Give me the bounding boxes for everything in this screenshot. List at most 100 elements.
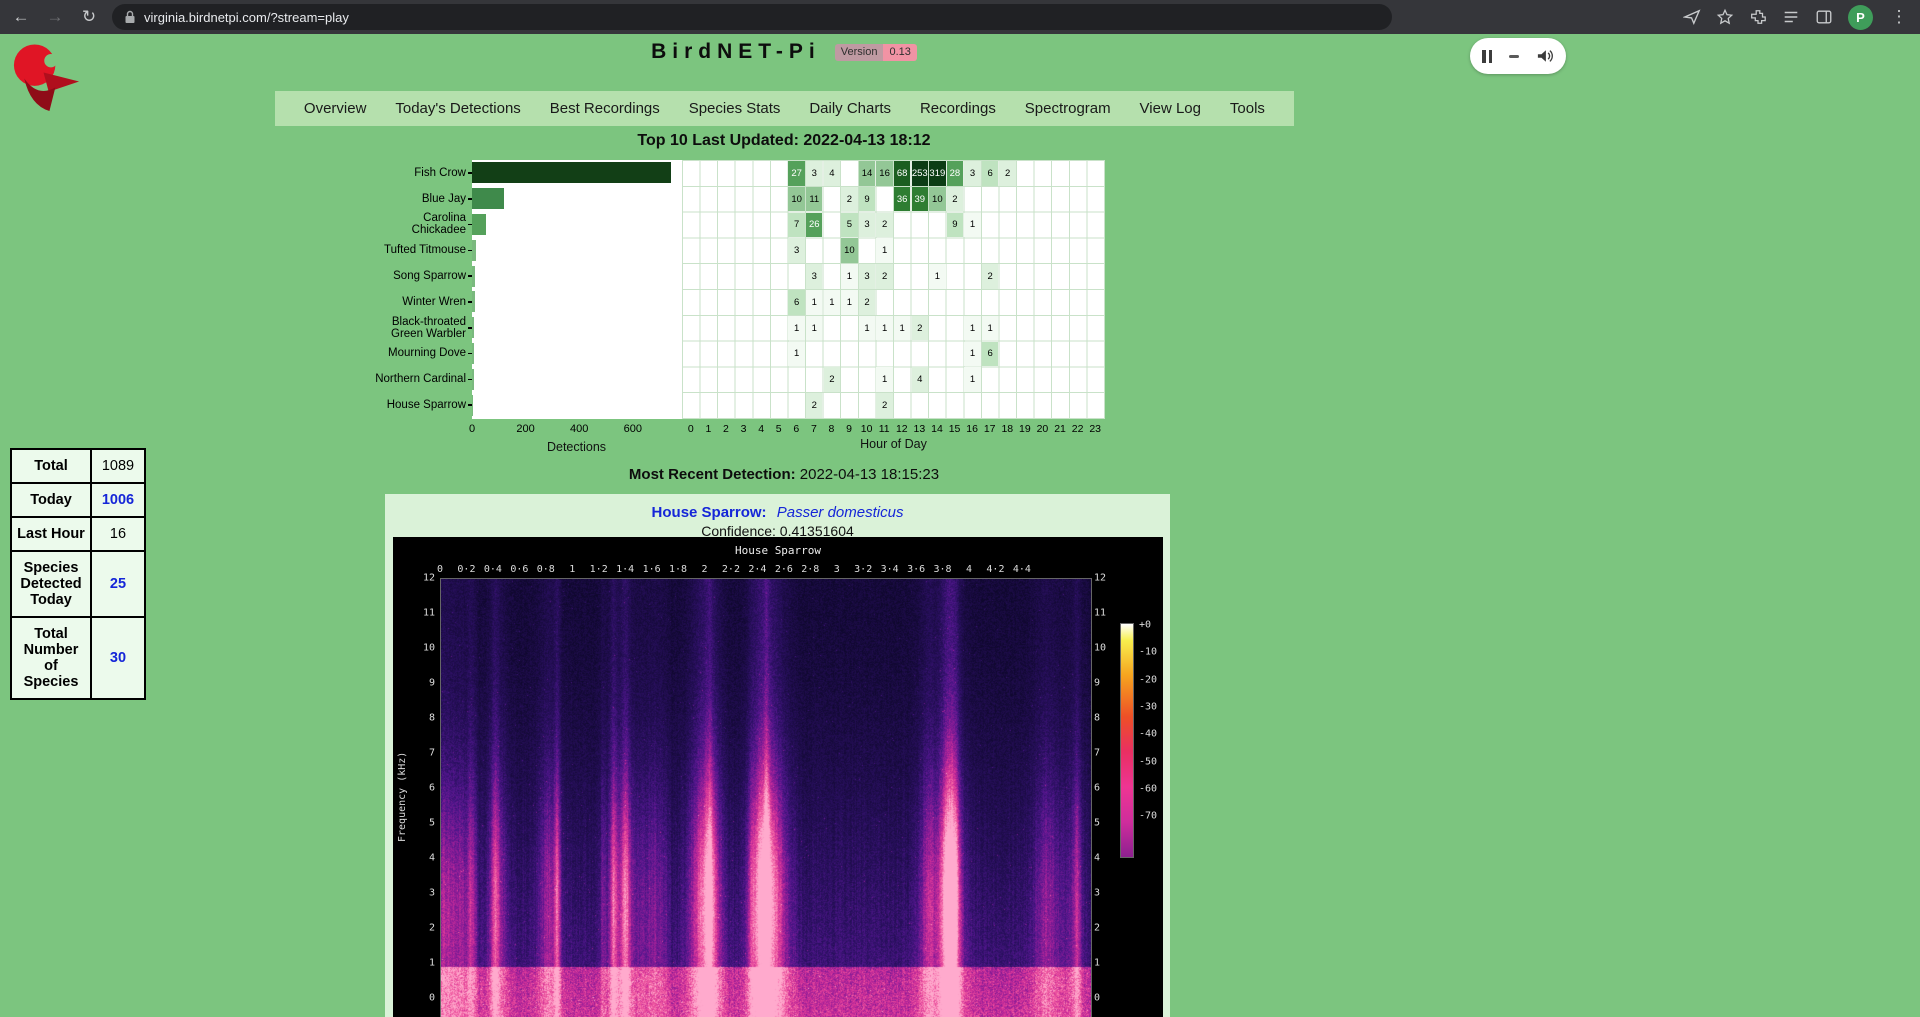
colorbar-tick: -40: [1139, 729, 1157, 740]
time-tick: 0·6: [510, 564, 528, 575]
hour-axis-tick: 16: [966, 423, 978, 435]
species-scientific-link[interactable]: Passer domesticus: [777, 504, 904, 521]
freq-tick-right: 4: [1094, 853, 1124, 864]
nav-item-tools[interactable]: Tools: [1230, 91, 1265, 126]
hour-axis-tick: 13: [914, 423, 926, 435]
screen: ← → ↻ virginia.birdnetpi.com/?stream=pla…: [0, 0, 1920, 1017]
hour-axis-tick: 17: [984, 423, 996, 435]
freq-tick-left: 0: [405, 993, 435, 1004]
heatmap-cell: 3: [806, 161, 822, 186]
time-tick: 2·6: [775, 564, 793, 575]
time-tick: 2·8: [801, 564, 819, 575]
colorbar-tick: -50: [1139, 756, 1157, 767]
hour-axis-tick: 8: [829, 423, 835, 435]
heatmap-cell: 2: [912, 316, 928, 341]
back-icon[interactable]: ←: [10, 7, 32, 27]
heatmap-cell: 28: [947, 161, 963, 186]
side-panel-icon[interactable]: [1815, 8, 1833, 26]
heatmap-cell: 1: [788, 342, 804, 367]
species-label-house-sparrow: House Sparrow: [366, 392, 466, 418]
stat-value-today[interactable]: 1006: [91, 483, 145, 517]
time-tick: 0·4: [484, 564, 502, 575]
audio-player[interactable]: [1470, 38, 1566, 74]
stats-row-last-hour: Last Hour16: [11, 517, 145, 551]
menu-icon[interactable]: ⋮: [1888, 7, 1910, 27]
species-label-fish-crow: Fish Crow: [366, 160, 466, 186]
stats-row-species-detected-today: Species Detected Today25: [11, 551, 145, 617]
heatmap-cell: 9: [947, 213, 963, 238]
nav-item-overview[interactable]: Overview: [304, 91, 367, 126]
freq-tick-right: 3: [1094, 888, 1124, 899]
detections-bar-carolina-chickadee: [472, 214, 486, 235]
time-tick: 1: [569, 564, 575, 575]
detections-bar-tufted-titmouse: [472, 240, 476, 261]
url-bar[interactable]: virginia.birdnetpi.com/?stream=play: [112, 4, 1392, 30]
bar-axis-tick: 600: [624, 423, 642, 435]
heatmap-cell: 68: [894, 161, 910, 186]
forward-icon[interactable]: →: [44, 7, 66, 27]
audio-scrubber[interactable]: [1509, 55, 1519, 58]
hour-axis-tick: 12: [896, 423, 908, 435]
heatmap-cell: 5: [841, 213, 857, 238]
hour-axis-tick: 10: [861, 423, 873, 435]
heatmap-cell: 319: [929, 161, 945, 186]
stat-value-total-number-of-species[interactable]: 30: [91, 617, 145, 699]
time-tick: 3·6: [907, 564, 925, 575]
hour-axis-tick: 1: [705, 423, 711, 435]
detections-bar-mourning-dove: [472, 343, 474, 364]
freq-tick-left: 12: [405, 573, 435, 584]
heatmap-cell: 1: [876, 367, 892, 392]
heatmap-cell: 36: [894, 187, 910, 212]
hour-axis-tick: 7: [811, 423, 817, 435]
nav-item-today-s-detections[interactable]: Today's Detections: [395, 91, 520, 126]
heatmap-cell: 1: [964, 342, 980, 367]
heatmap-cell: 3: [806, 264, 822, 289]
stat-label: Today: [11, 483, 91, 517]
detections-bar-black-throated-green-warbler: [472, 317, 474, 338]
nav-item-species-stats[interactable]: Species Stats: [689, 91, 781, 126]
page-title: BirdNET-Pi: [651, 40, 821, 64]
freq-tick-right: 1: [1094, 958, 1124, 969]
nav-item-best-recordings[interactable]: Best Recordings: [550, 91, 660, 126]
freq-tick-right: 6: [1094, 783, 1124, 794]
heatmap-cell: 1: [964, 213, 980, 238]
nav-item-recordings[interactable]: Recordings: [920, 91, 996, 126]
time-tick: 4·4: [1013, 564, 1031, 575]
freq-tick-right: 9: [1094, 678, 1124, 689]
freq-tick-left: 2: [405, 923, 435, 934]
species-common-link[interactable]: House Sparrow:: [652, 504, 767, 521]
detections-bar-blue-jay: [472, 188, 504, 209]
stats-row-total-number-of-species: Total Number of Species30: [11, 617, 145, 699]
nav-item-view-log[interactable]: View Log: [1140, 91, 1201, 126]
reading-list-icon[interactable]: [1782, 8, 1800, 26]
freq-tick-right: 0: [1094, 993, 1124, 1004]
pause-icon[interactable]: [1482, 50, 1492, 63]
nav-item-spectrogram[interactable]: Spectrogram: [1025, 91, 1111, 126]
reload-icon[interactable]: ↻: [78, 7, 100, 27]
bar-axis-tick: 200: [516, 423, 534, 435]
send-icon[interactable]: [1683, 8, 1701, 26]
freq-tick-left: 3: [405, 888, 435, 899]
time-tick: 3·2: [854, 564, 872, 575]
freq-tick-left: 7: [405, 748, 435, 759]
heatmap-cell: 1: [824, 290, 840, 315]
heatmap-cell: 1: [964, 316, 980, 341]
time-tick: 1·6: [643, 564, 661, 575]
detection-species-line: House Sparrow: Passer domesticus: [385, 504, 1170, 521]
profile-avatar[interactable]: P: [1848, 5, 1873, 30]
time-tick: 3: [834, 564, 840, 575]
time-tick: 4: [966, 564, 972, 575]
colorbar-tick: -60: [1139, 783, 1157, 794]
time-tick: 1·2: [590, 564, 608, 575]
time-tick: 0: [437, 564, 443, 575]
extensions-icon[interactable]: [1749, 8, 1767, 26]
bookmark-star-icon[interactable]: [1716, 8, 1734, 26]
hour-axis-tick: 0: [688, 423, 694, 435]
stat-value-species-detected-today[interactable]: 25: [91, 551, 145, 617]
freq-tick-left: 11: [405, 608, 435, 619]
volume-icon[interactable]: [1536, 48, 1554, 64]
species-label-carolina-chickadee: Carolina Chickadee: [366, 212, 466, 238]
heatmap-cell: 2: [876, 264, 892, 289]
nav-item-daily-charts[interactable]: Daily Charts: [809, 91, 891, 126]
freq-tick-left: 4: [405, 853, 435, 864]
